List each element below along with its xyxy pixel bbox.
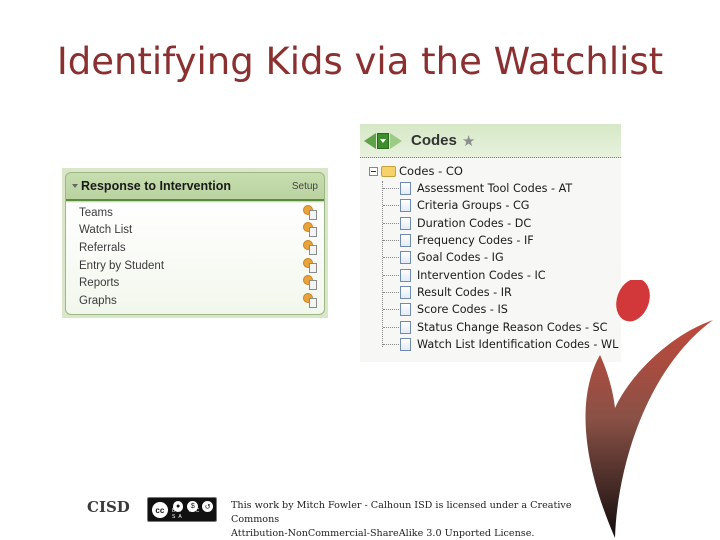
gear-document-icon[interactable] (304, 240, 318, 255)
tree-item-label[interactable]: Intervention Codes - IC (417, 269, 546, 282)
rti-menu-item-watch-list[interactable]: Watch List (66, 222, 324, 240)
creative-commons-badge[interactable]: cc ● $ ↺ BY NC SA (147, 497, 217, 522)
tree-item[interactable]: Frequency Codes - IF (360, 232, 621, 249)
license-line-1: This work by Mitch Fowler - Calhoun ISD … (231, 500, 572, 525)
tree-branch-line (383, 205, 399, 207)
license-text: This work by Mitch Fowler - Calhoun ISD … (231, 499, 601, 540)
forward-arrow-icon[interactable] (390, 132, 402, 149)
tree-item[interactable]: Duration Codes - DC (360, 215, 621, 232)
gear-document-icon[interactable] (304, 205, 318, 220)
tree-branch-line (383, 257, 399, 259)
collapse-expander-icon[interactable] (369, 166, 378, 176)
tree-branch-line (383, 291, 399, 293)
document-icon (400, 285, 411, 299)
rti-panel: Response to Intervention Setup Teams Wat… (62, 168, 328, 318)
favorite-star-icon[interactable]: ★ (462, 132, 475, 150)
document-icon (400, 182, 411, 196)
tree-branch-line (383, 343, 399, 345)
cc-license-tags: BY NC SA (172, 508, 203, 520)
rti-menu-item-label[interactable]: Watch List (79, 224, 304, 236)
tree-item-label[interactable]: Score Codes - IS (417, 303, 508, 316)
tree-branch-line (383, 188, 399, 190)
tree-branch-line (383, 309, 399, 311)
tree-item[interactable]: Goal Codes - IG (360, 249, 621, 266)
document-icon (400, 216, 411, 230)
rti-menu-item-label[interactable]: Referrals (79, 242, 304, 254)
menu-dropdown-icon[interactable] (377, 132, 389, 149)
tree-item[interactable]: Criteria Groups - CG (360, 197, 621, 214)
document-icon (400, 303, 411, 317)
gear-document-icon[interactable] (304, 223, 318, 238)
tree-root-label[interactable]: Codes - CO (399, 164, 463, 178)
tree-item-label[interactable]: Duration Codes - DC (417, 217, 531, 230)
tree-branch-line (383, 274, 399, 276)
document-icon (400, 234, 411, 248)
tree-item-label[interactable]: Assessment Tool Codes - AT (417, 182, 572, 195)
codes-panel-title: Codes (411, 132, 457, 149)
tree-branch-line (383, 240, 399, 242)
rti-panel-title: Response to Intervention (81, 179, 232, 193)
tree-branch-line (383, 326, 399, 328)
logo-body-icon (585, 320, 713, 538)
logo-head-icon (616, 280, 650, 322)
tree-item-label[interactable]: Result Codes - IR (417, 286, 512, 299)
rti-panel-body: Response to Intervention Setup Teams Wat… (65, 172, 325, 315)
rti-menu-item-label[interactable]: Graphs (79, 295, 304, 307)
rti-menu-item-entry-by-student[interactable]: Entry by Student (66, 257, 324, 275)
rti-menu-item-graphs[interactable]: Graphs (66, 292, 324, 310)
slide-title: Identifying Kids via the Watchlist (56, 40, 664, 83)
rti-menu-item-reports[interactable]: Reports (66, 274, 324, 292)
gear-document-icon[interactable] (304, 258, 318, 273)
tree-connector-line (382, 181, 383, 347)
document-icon (400, 320, 411, 334)
cc-icon: cc (150, 500, 170, 520)
folder-open-icon (381, 165, 396, 177)
rti-menu-item-label[interactable]: Reports (79, 277, 304, 289)
document-icon (400, 251, 411, 265)
codes-panel-header: Codes ★ (360, 124, 621, 158)
tree-item[interactable]: Assessment Tool Codes - AT (360, 180, 621, 197)
back-arrow-icon[interactable] (364, 132, 376, 149)
rti-menu-item-referrals[interactable]: Referrals (66, 239, 324, 257)
setup-link[interactable]: Setup (292, 181, 318, 192)
collapse-caret-icon[interactable] (72, 184, 78, 188)
rti-menu-item-label[interactable]: Teams (79, 207, 304, 219)
tree-item-label[interactable]: Frequency Codes - IF (417, 234, 534, 247)
document-icon (400, 268, 411, 282)
gear-document-icon[interactable] (304, 276, 318, 291)
gear-document-icon[interactable] (304, 293, 318, 308)
rti-menu-list: Teams Watch List Referrals Entry by Stud… (66, 201, 324, 310)
license-line-2: Attribution-NonCommercial-ShareAlike 3.0… (231, 528, 535, 539)
document-icon (400, 337, 411, 351)
tree-item-label[interactable]: Goal Codes - IG (417, 251, 504, 264)
tree-root-node[interactable]: Codes - CO (360, 162, 621, 180)
rti-panel-header[interactable]: Response to Intervention Setup (66, 173, 324, 201)
cisd-logo: CISD (87, 498, 130, 516)
tree-item-label[interactable]: Criteria Groups - CG (417, 199, 529, 212)
document-icon (400, 199, 411, 213)
tree-branch-line (383, 222, 399, 224)
rti-menu-item-label[interactable]: Entry by Student (79, 260, 304, 272)
rti-menu-item-teams[interactable]: Teams (66, 204, 324, 222)
